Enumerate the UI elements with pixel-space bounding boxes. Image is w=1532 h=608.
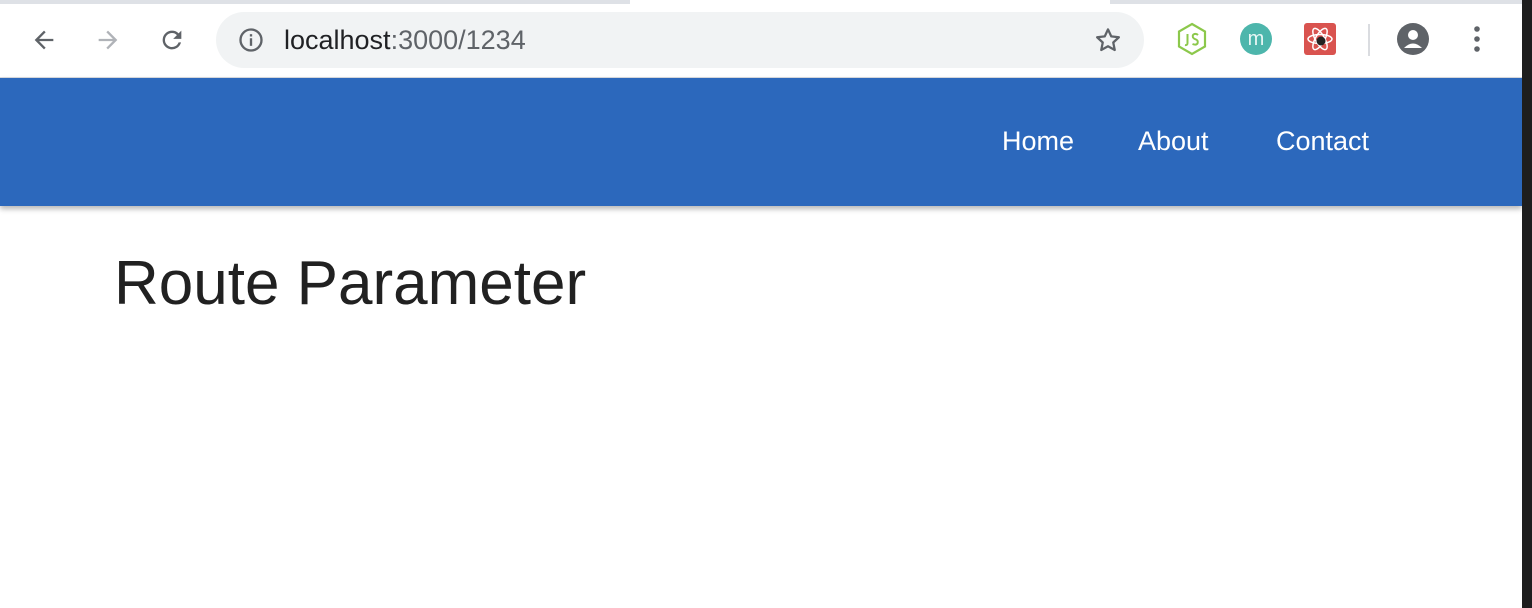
address-bar[interactable]: localhost:3000/1234 xyxy=(216,12,1144,68)
nav-link-contact[interactable]: Contact xyxy=(1276,126,1369,156)
star-icon[interactable] xyxy=(1092,24,1124,56)
forward-button[interactable] xyxy=(90,22,126,58)
arrow-left-icon xyxy=(34,30,54,50)
reload-icon xyxy=(162,30,182,50)
browser-toolbar: localhost:3000/1234 m xyxy=(0,0,1522,78)
nav-link-about[interactable]: About xyxy=(1138,126,1209,156)
url-text[interactable]: localhost:3000/1234 xyxy=(284,26,526,54)
react-extension-icon[interactable] xyxy=(1303,22,1337,56)
toolbar-separator xyxy=(1368,24,1370,56)
tab-strip xyxy=(0,0,1522,4)
m-extension-icon[interactable]: m xyxy=(1239,22,1273,56)
active-tab[interactable] xyxy=(630,0,1110,4)
reload-button[interactable] xyxy=(154,22,190,58)
m-extension-letter: m xyxy=(1247,28,1265,50)
nav-link-home[interactable]: Home xyxy=(1002,126,1074,156)
kebab-menu-icon[interactable] xyxy=(1460,22,1494,56)
nodejs-extension-icon[interactable] xyxy=(1175,22,1209,56)
url-host: localhost xyxy=(284,25,391,55)
arrow-right-icon xyxy=(98,30,118,50)
account-icon[interactable] xyxy=(1396,22,1430,56)
info-icon[interactable] xyxy=(236,25,266,55)
back-button[interactable] xyxy=(26,22,62,58)
app-bar: Home About Contact xyxy=(0,78,1522,206)
url-path: :3000/1234 xyxy=(390,25,526,55)
window-edge xyxy=(1522,0,1532,608)
page-title: Route Parameter xyxy=(114,249,587,318)
